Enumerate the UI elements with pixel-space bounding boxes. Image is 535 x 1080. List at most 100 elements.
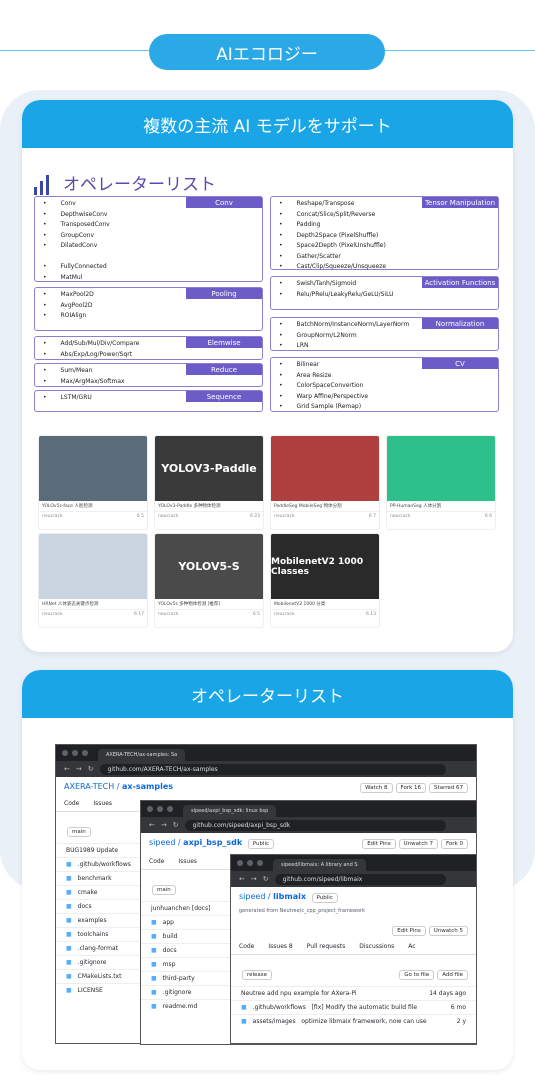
operator-list-heading: オペレーターリスト	[34, 170, 216, 195]
model-caption: MobilenetV2 1000 分类	[274, 602, 326, 607]
model-meta: neucrack 6 5	[155, 609, 263, 619]
tab-code[interactable]: Code	[64, 800, 79, 807]
operator-item: GroupConv	[43, 231, 262, 242]
repo-tab[interactable]: Issues 8	[268, 943, 292, 950]
model-image	[271, 436, 379, 501]
model-thumbnail[interactable]: PP-HumanSeg 人体分割 neucrack 6 6	[386, 435, 496, 530]
address-bar[interactable]: github.com/AXERA-TECH/ax-samples	[99, 763, 446, 775]
browser-tab[interactable]: AXERA-TECH/ax-samples: Sa	[98, 749, 186, 761]
folder-icon: ■	[66, 945, 72, 952]
star-button[interactable]: Starred 67	[429, 783, 468, 793]
back-icon[interactable]: ←	[64, 765, 70, 773]
models-card-title: 複数の主流 AI モデルをサポート	[22, 100, 513, 148]
fork-button[interactable]: Fork 0	[440, 839, 468, 849]
tab-code[interactable]: Code	[149, 858, 164, 865]
reload-icon[interactable]: ↻	[173, 821, 179, 829]
model-thumbnail[interactable]: HRNet 人体姿态关键点检测 neucrack 6 17	[38, 533, 148, 628]
branch-button[interactable]: main	[152, 885, 176, 895]
repo-tab[interactable]: Discussions	[359, 943, 394, 950]
add-file-button[interactable]: Add file	[437, 970, 468, 980]
address-bar[interactable]: github.com/sipeed/axpi_bsp_sdk	[184, 819, 446, 831]
operator-group-reduce: ReduceSum/MeanMax/ArgMax/Softmax	[34, 363, 263, 387]
forward-icon[interactable]: →	[161, 821, 167, 829]
folder-icon: ■	[66, 903, 72, 910]
operator-item: LRN	[279, 341, 498, 352]
model-caption: HRNet 人体姿态关键点检测	[42, 602, 99, 607]
repo-name[interactable]: sipeed / libmaix Public	[231, 887, 476, 908]
model-image: YOLOV5-S	[155, 534, 263, 599]
operator-list-card: オペレーターリスト AXERA-TECH/ax-samples: Sa ← → ↻ g…	[22, 670, 513, 1070]
branch-button[interactable]: release	[242, 970, 273, 980]
operator-item: Space2Depth (PixelUnshuffle)	[279, 241, 498, 252]
repo-name[interactable]: AXERA-TECH / ax-samples Watch 8 Fork 16 St…	[56, 777, 476, 796]
model-thumbnail[interactable]: YOLOV5-S YOLOv5s 多种物体检测 [推荐] neucrack 6 5	[154, 533, 264, 628]
branch-button[interactable]: main	[67, 827, 91, 837]
go-to-file-button[interactable]: Go to file	[399, 970, 435, 980]
operator-group-label: Activation Functions	[422, 277, 498, 288]
operator-item: DilatedConv	[43, 241, 262, 252]
model-caption: YOLOv5s 多种物体检测 [推荐]	[158, 602, 221, 607]
forward-icon[interactable]: →	[251, 875, 257, 883]
browser-tab[interactable]: sipeed/libmaix: A library and S	[273, 859, 366, 871]
operator-item: GroupNorm/L2Norm	[279, 331, 498, 342]
operator-item: Gather/Scatter	[279, 252, 498, 263]
operator-card-title: オペレーターリスト	[22, 670, 513, 718]
folder-icon: ■	[151, 961, 157, 968]
model-thumbnail[interactable]: YOLOv5s-face 人脸检测 neucrack 6 5	[38, 435, 148, 530]
model-thumbnail[interactable]: YOLOV3-Paddle YOLOv3-Paddle 多种物体检测 neucrac…	[154, 435, 264, 530]
folder-icon: ■	[66, 861, 72, 868]
operator-item: TransposedConv	[43, 220, 262, 231]
reload-icon[interactable]: ↻	[263, 875, 269, 883]
folder-icon: ■	[151, 919, 157, 926]
back-icon[interactable]: ←	[149, 821, 155, 829]
model-caption: YOLOv3-Paddle 多种物体检测	[158, 504, 221, 509]
model-thumbnail[interactable]: MobilenetV2 1000 Classes MobilenetV2 1000…	[270, 533, 380, 628]
unwatch-button[interactable]: Unwatch 5	[428, 926, 468, 936]
repo-tab[interactable]: Code	[239, 943, 254, 950]
operator-group-cv: CVBilinearArea ResizeColorSpaceConvertio…	[270, 357, 499, 412]
operator-list-title: オペレーターリスト	[63, 175, 216, 195]
unwatch-button[interactable]: Unwatch 7	[398, 839, 438, 849]
operator-item: Concat/Slice/Split/Reverse	[279, 210, 498, 221]
reload-icon[interactable]: ↻	[88, 765, 94, 773]
model-meta: neucrack 6 17	[39, 609, 147, 619]
operator-item: Depth2Space (PixelShuffle)	[279, 231, 498, 242]
operator-group-sequence: SequenceLSTM/GRU	[34, 390, 263, 412]
folder-icon: ■	[66, 917, 72, 924]
section-title: AIエコロジー	[149, 34, 385, 70]
commit-row: Neutree add npu example for AXera-Pi 14 d…	[231, 986, 476, 1000]
model-meta: neucrack 6 23	[155, 511, 263, 521]
repo-tab[interactable]: Pull requests	[307, 943, 346, 950]
folder-icon: ■	[66, 959, 72, 966]
file-row[interactable]: ■ assets/images optimize libmaix framewor…	[231, 1014, 476, 1028]
operator-item: Warp Affine/Perspective	[279, 392, 498, 403]
repo-tab[interactable]: Ac	[408, 943, 415, 950]
tab-issues[interactable]: Issues	[178, 858, 197, 865]
operator-group-normalization: NormalizationBatchNorm/InstanceNorm/Laye…	[270, 317, 499, 351]
model-caption: PaddleSeg MobileSeg 物体分割	[274, 504, 342, 509]
operator-item: Padding	[279, 220, 498, 231]
model-image	[387, 436, 495, 501]
model-image: YOLOV3-Paddle	[155, 436, 263, 501]
edit-pins-button[interactable]: Edit Pins	[362, 839, 396, 849]
browser-tab[interactable]: sipeed/axpi_bsp_sdk: linux bsp	[183, 805, 277, 817]
edit-pins-button[interactable]: Edit Pins	[392, 926, 426, 936]
folder-icon: ■	[151, 947, 157, 954]
operator-group-activation-functions: Activation FunctionsSwish/Tanh/SigmoidRe…	[270, 276, 499, 310]
model-caption: YOLOv5s-face 人脸检测	[42, 504, 93, 509]
operator-item: Relu/PRelu/LeakyRelu/GeLU/SiLU	[279, 290, 498, 301]
fork-button[interactable]: Fork 16	[395, 783, 427, 793]
forward-icon[interactable]: →	[76, 765, 82, 773]
watch-button[interactable]: Watch 8	[360, 783, 393, 793]
folder-icon: ■	[151, 933, 157, 940]
address-bar[interactable]: github.com/sipeed/libmaix	[274, 873, 446, 885]
model-image: MobilenetV2 1000 Classes	[271, 534, 379, 599]
repo-name[interactable]: sipeed / axpi_bsp_sdk Public Edit Pins Un…	[141, 833, 476, 854]
back-icon[interactable]: ←	[239, 875, 245, 883]
file-row[interactable]: ■ .github/workflows [fix] Modify the auto…	[231, 1000, 476, 1014]
tab-issues[interactable]: Issues	[93, 800, 112, 807]
model-thumbnail[interactable]: PaddleSeg MobileSeg 物体分割 neucrack 6 7	[270, 435, 380, 530]
folder-icon: ■	[151, 1003, 157, 1010]
model-meta: neucrack 6 7	[271, 511, 379, 521]
operator-item: Grid Sample (Remap)	[279, 402, 498, 413]
